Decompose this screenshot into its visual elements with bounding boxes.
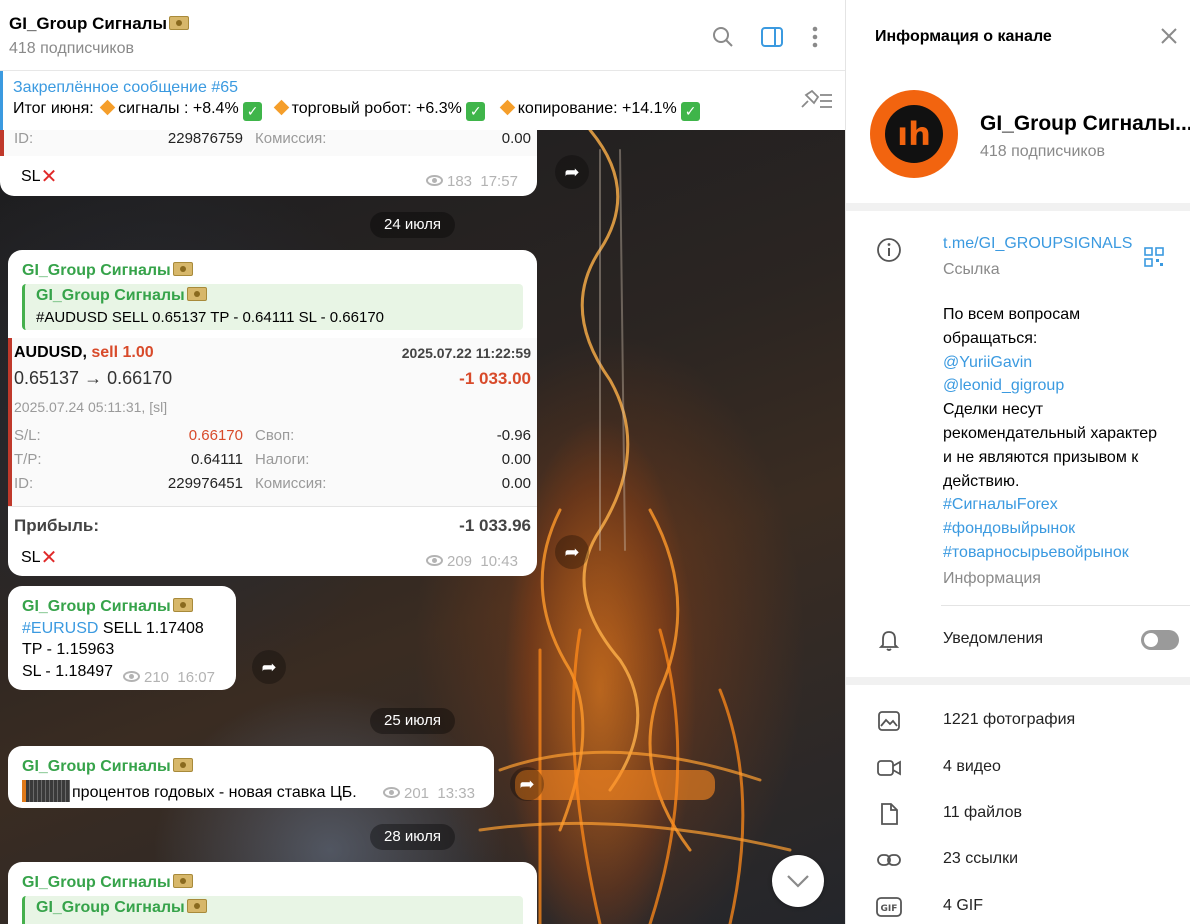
gif-icon: GIF (876, 894, 902, 920)
message-text: #EURUSD SELL 1.17408 (22, 620, 204, 637)
contact-link[interactable]: @YuriiGavin (943, 351, 1183, 375)
pinned-title: Закреплённое сообщение #65 (13, 79, 239, 96)
channel-description: По всем вопросам обращаться: @YuriiGavin… (943, 303, 1183, 591)
channel-avatar[interactable]: ıh (870, 90, 958, 178)
message-bubble[interactable]: GI_Group Сигналы #EURUSD SELL 1.17408 TP… (8, 586, 236, 690)
pinned-text: Итог июня: сигналы : +8.4% ✓ торговый ро… (13, 99, 701, 121)
cross-mark-icon: ✕ (40, 166, 58, 188)
message-sender: GI_Group Сигналы (22, 758, 193, 776)
divider (8, 506, 537, 507)
message-meta: 210 16:07 (123, 669, 215, 686)
hashtag-link[interactable]: #фондовыйрынок (943, 517, 1183, 541)
svg-text:GIF: GIF (881, 904, 898, 914)
message-bubble[interactable]: ID: 229876759 Комиссия: 0.00 SL✕ 183 17:… (0, 120, 537, 196)
message-text: SL✕ (21, 547, 58, 569)
message-meta: 183 17:57 (426, 173, 518, 190)
media-row-gifs[interactable]: GIF 4 GIF (846, 884, 1190, 924)
message-bubble[interactable]: GI_Group Сигналы GI_Group Сигналы (8, 862, 537, 924)
channel-name: GI_Group Сигналы... (980, 112, 1190, 135)
check-icon: ✓ (681, 102, 701, 121)
search-icon[interactable] (710, 24, 736, 50)
message-sender: GI_Group Сигналы (22, 874, 193, 892)
channel-subscribers: 418 подписчиков (980, 143, 1105, 160)
channel-header-section: Информация о канале ıh GI_Group Сигналы.… (846, 0, 1190, 203)
check-icon: ✓ (243, 102, 263, 121)
file-icon (876, 801, 902, 827)
diamond-icon (499, 99, 516, 116)
media-row-files[interactable]: 11 файлов (846, 791, 1190, 837)
check-icon: ✓ (466, 102, 486, 121)
money-emoji-icon (186, 899, 207, 913)
money-emoji-icon (172, 262, 193, 276)
telegram-window: GI_Group Сигналы 418 подписчиков Закрепл… (0, 0, 1190, 924)
message-bubble[interactable]: GI_Group Сигналы процентов годовых - нов… (8, 746, 494, 808)
date-separator: 25 июля (370, 708, 456, 734)
custom-emoji-icon (22, 780, 70, 802)
money-emoji-icon (186, 287, 207, 301)
unpin-icon[interactable] (798, 89, 834, 116)
scroll-down-button[interactable] (772, 855, 824, 907)
chat-area: GI_Group Сигналы 418 подписчиков Закрепл… (0, 0, 845, 924)
diamond-icon (99, 99, 116, 116)
panel-title: Информация о канале (875, 28, 1052, 45)
message-bubble[interactable]: GI_Group Сигналы GI_Group Сигналы #AUDUS… (8, 250, 537, 576)
message-meta: 201 13:33 (383, 785, 475, 802)
message-meta: 209 10:43 (426, 553, 518, 570)
forward-button[interactable]: ➦ (555, 535, 589, 569)
reply-quote[interactable]: GI_Group Сигналы #AUDUSD SELL 0.65137 TP… (22, 284, 523, 330)
date-separator: 28 июля (370, 824, 456, 850)
message-text: процентов годовых - новая ставка ЦБ. (22, 780, 357, 802)
media-row-videos[interactable]: 4 видео (846, 745, 1190, 791)
notifications-label: Уведомления (943, 630, 1044, 647)
views-icon (426, 175, 443, 186)
money-emoji-icon (172, 874, 193, 888)
trade-card: AUDUSD, sell 1.00 2025.07.22 11:22:59 0.… (8, 338, 537, 506)
message-sender: GI_Group Сигналы (22, 598, 193, 616)
bell-icon (876, 627, 902, 653)
channel-link[interactable]: t.me/GI_GROUPSIGNALS (943, 235, 1132, 253)
views-icon (426, 555, 443, 566)
qr-code-icon[interactable] (1144, 247, 1164, 272)
close-icon[interactable] (1159, 26, 1179, 51)
pinned-message-bar[interactable]: Закреплённое сообщение #65 Итог июня: си… (0, 71, 845, 130)
message-sender: GI_Group Сигналы (22, 262, 193, 280)
notifications-toggle[interactable] (1141, 630, 1179, 650)
divider (941, 605, 1190, 606)
loss-indicator-bar (8, 338, 12, 506)
link-icon (876, 847, 902, 873)
media-row-photos[interactable]: 1221 фотография (846, 698, 1190, 744)
contact-link[interactable]: @leonid_gigroup (943, 374, 1183, 398)
channel-logo: ıh (885, 105, 943, 163)
sidebar-toggle-icon[interactable] (759, 24, 785, 50)
notifications-row[interactable]: Уведомления (846, 617, 1190, 663)
diamond-icon (273, 99, 289, 116)
forward-button[interactable]: ➦ (510, 767, 544, 801)
more-menu-icon[interactable] (802, 24, 828, 50)
money-emoji-icon (172, 598, 193, 612)
forward-button[interactable]: ➦ (555, 155, 589, 189)
media-row-links[interactable]: 23 ссылки (846, 837, 1190, 883)
cross-mark-icon: ✕ (40, 547, 58, 569)
views-icon (123, 671, 140, 682)
views-icon (383, 787, 400, 798)
photo-icon (876, 708, 902, 734)
chat-subscribers: 418 подписчиков (9, 40, 134, 57)
channel-details-section: t.me/GI_GROUPSIGNALS Ссылка По всем вопр… (846, 211, 1190, 677)
chat-header[interactable]: GI_Group Сигналы 418 подписчиков (0, 0, 845, 71)
chevron-down-icon (787, 875, 809, 888)
reply-quote[interactable]: GI_Group Сигналы (22, 896, 523, 924)
hashtag-link[interactable]: #EURUSD (22, 620, 98, 637)
date-separator: 24 июля (370, 212, 456, 238)
info-icon (876, 237, 902, 268)
message-text: SL✕ (21, 166, 58, 188)
money-emoji-icon (172, 758, 193, 772)
hashtag-link[interactable]: #товарносырьевойрынок (943, 541, 1183, 565)
channel-info-panel: Информация о канале ıh GI_Group Сигналы.… (845, 0, 1190, 924)
money-emoji-icon (168, 16, 189, 30)
chat-title: GI_Group Сигналы (9, 14, 189, 34)
media-section: 1221 фотография 4 видео 11 файлов 23 ссы… (846, 685, 1190, 924)
hashtag-link[interactable]: #СигналыForex (943, 493, 1183, 517)
forward-button[interactable]: ➦ (252, 650, 286, 684)
video-icon (876, 755, 902, 781)
